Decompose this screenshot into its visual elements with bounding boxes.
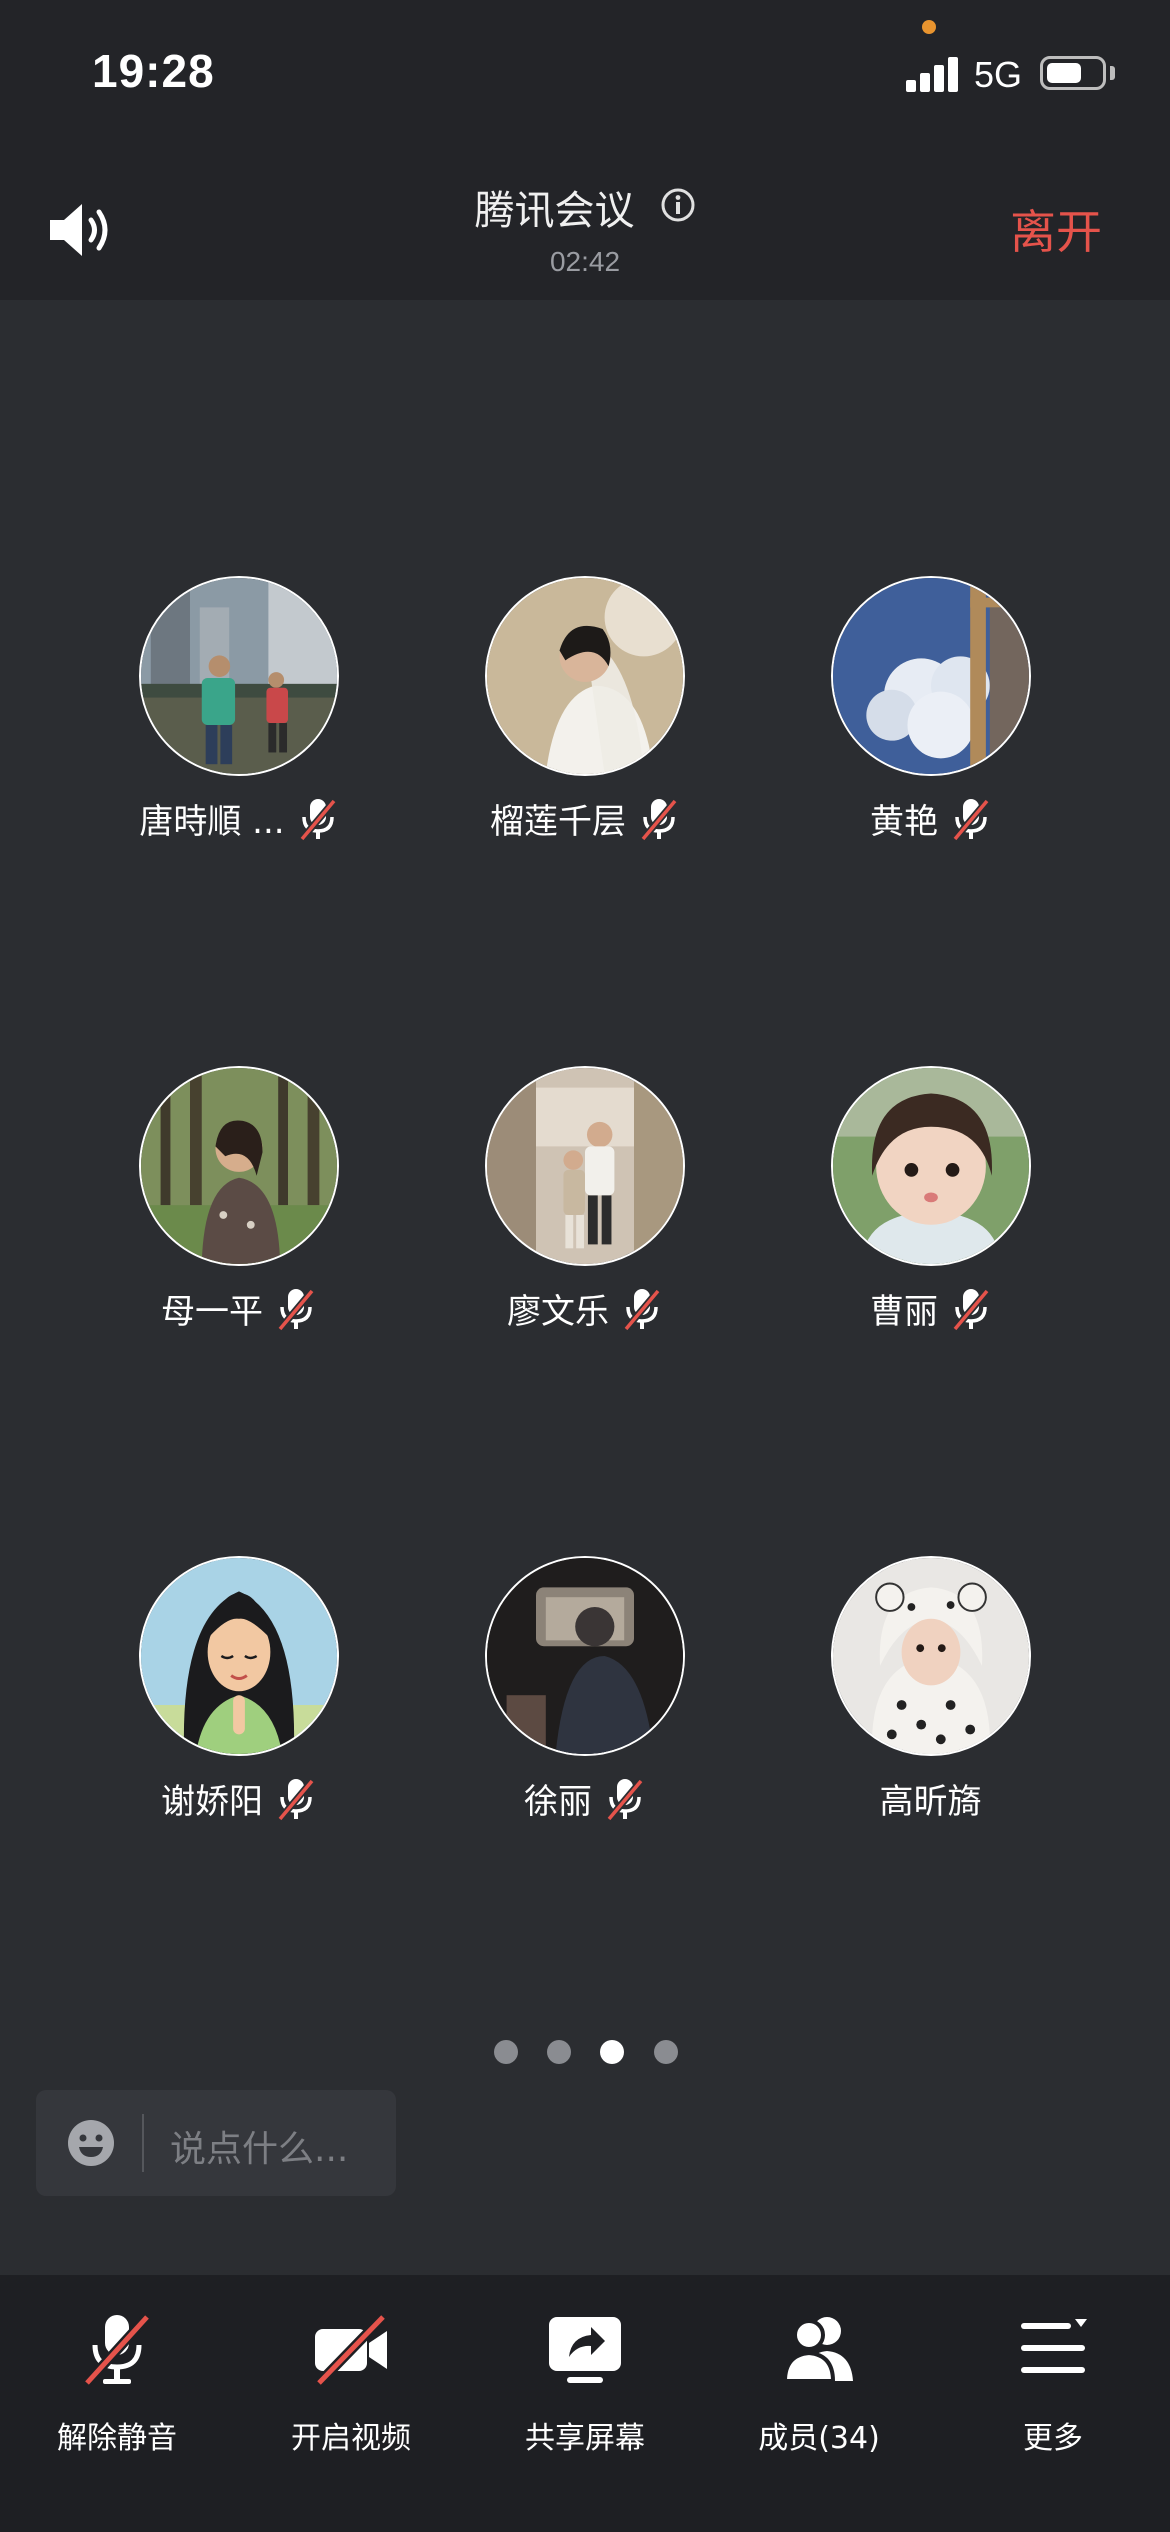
avatar (139, 576, 339, 776)
mic-muted-icon (622, 1287, 662, 1331)
mic-muted-icon (298, 797, 338, 841)
chat-placeholder: 说点什么... (170, 2129, 349, 2170)
participant-name-row: 徐丽 (412, 1774, 757, 1823)
page-dot[interactable] (654, 2040, 678, 2064)
participant-name-row: 高昕旖 (758, 1774, 1103, 1823)
participant-tile[interactable]: 廖文乐 (412, 1066, 757, 1346)
unmute-button[interactable]: 解除静音 (0, 2299, 234, 2499)
meeting-duration: 02:42 (549, 246, 621, 277)
chat-input-box[interactable]: 说点什么... (36, 2090, 396, 2196)
bottom-toolbar: 解除静音 开启视频 共享屏幕 成员(34) 更多 (0, 2275, 1170, 2532)
start-video-label: 开启视频 (291, 2421, 411, 2456)
info-icon[interactable] (660, 187, 696, 223)
participant-name: 廖文乐 (506, 1292, 609, 1332)
participant-name-row: 唐時順 ... (66, 794, 411, 843)
participant-name: 谢娇阳 (160, 1782, 263, 1822)
avatar (831, 576, 1031, 776)
mic-muted-icon (951, 797, 991, 841)
meeting-header: 腾讯会议 02:42 离开 (0, 150, 1170, 300)
avatar (485, 576, 685, 776)
participant-tile[interactable]: 黄艳 (758, 576, 1103, 856)
participant-name: 高昕旖 (879, 1782, 982, 1822)
participant-name: 唐時順 ... (139, 802, 285, 842)
battery-icon (1040, 56, 1106, 90)
more-menu-icon (1021, 2319, 1087, 2373)
participant-tile[interactable]: 唐時順 ... (66, 576, 411, 856)
participant-name-row: 榴莲千层 (412, 794, 757, 843)
participant-name-row: 曹丽 (758, 1284, 1103, 1333)
avatar (485, 1556, 685, 1756)
avatar (831, 1066, 1031, 1266)
battery-tip (1110, 66, 1115, 80)
members-icon (782, 2317, 853, 2383)
avatar (139, 1556, 339, 1756)
page-dot[interactable] (494, 2040, 518, 2064)
participant-name: 徐丽 (523, 1782, 592, 1822)
participant-name: 母一平 (160, 1292, 263, 1332)
participant-tile[interactable]: 母一平 (66, 1066, 411, 1346)
participant-tile[interactable]: 榴莲千层 (412, 576, 757, 856)
status-bar: 19:28 5G (0, 0, 1170, 150)
members-button[interactable]: 成员(34) (702, 2299, 936, 2499)
share-screen-label: 共享屏幕 (525, 2421, 645, 2456)
unmute-label: 解除静音 (57, 2421, 177, 2456)
more-button[interactable]: 更多 (936, 2299, 1170, 2499)
leave-button[interactable]: 离开 (1010, 196, 1102, 262)
participant-name: 曹丽 (869, 1292, 938, 1332)
meeting-title-area[interactable]: 腾讯会议 (0, 178, 1170, 236)
mic-muted-icon (951, 1287, 991, 1331)
share-screen-icon (549, 2317, 621, 2383)
meeting-title: 腾讯会议 (474, 188, 635, 234)
mic-muted-icon (276, 1287, 316, 1331)
network-type: 5G (974, 54, 1023, 95)
signal-icon (906, 56, 960, 92)
avatar (139, 1066, 339, 1266)
camera-indicator-dot (922, 20, 936, 34)
participant-tile[interactable]: 徐丽 (412, 1556, 757, 1836)
mic-muted-icon (639, 797, 679, 841)
start-video-button[interactable]: 开启视频 (234, 2299, 468, 2499)
participant-name-row: 黄艳 (758, 794, 1103, 843)
participant-name-row: 廖文乐 (412, 1284, 757, 1333)
participant-name: 榴莲千层 (489, 802, 626, 842)
avatar (485, 1066, 685, 1266)
camera-off-icon (315, 2313, 387, 2387)
more-label: 更多 (1023, 2421, 1083, 2456)
page-dot[interactable] (547, 2040, 571, 2064)
participant-tile[interactable]: 高昕旖 (758, 1556, 1103, 1836)
mic-muted-icon (605, 1777, 645, 1821)
participant-name-row: 母一平 (66, 1284, 411, 1333)
participant-name-row: 谢娇阳 (66, 1774, 411, 1823)
share-screen-button[interactable]: 共享屏幕 (468, 2299, 702, 2499)
page-indicator[interactable] (494, 2040, 694, 2066)
members-label: 成员(34) (758, 2421, 880, 2456)
status-time: 19:28 (92, 45, 215, 97)
participant-name: 黄艳 (869, 802, 938, 842)
mic-muted-icon (83, 2313, 151, 2387)
participant-tile[interactable]: 曹丽 (758, 1066, 1103, 1346)
mic-muted-icon (276, 1777, 316, 1821)
page-dot-active[interactable] (600, 2040, 624, 2064)
avatar (831, 1556, 1031, 1756)
emoji-icon[interactable] (66, 2118, 116, 2168)
participant-tile[interactable]: 谢娇阳 (66, 1556, 411, 1836)
chat-divider (142, 2114, 144, 2172)
